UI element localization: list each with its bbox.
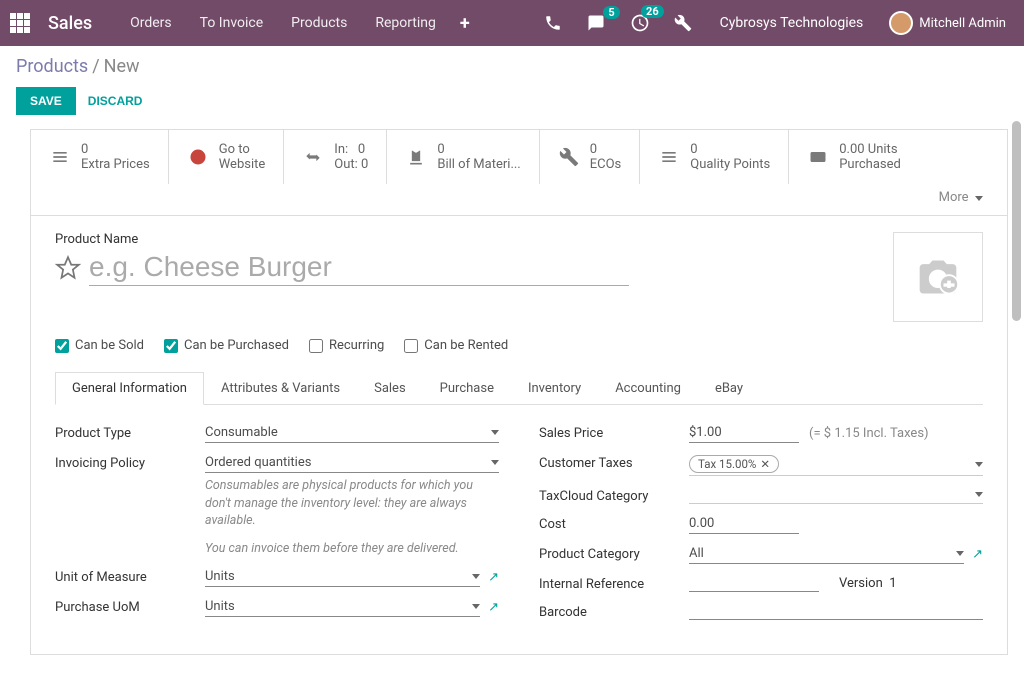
product-category-label: Product Category [539, 544, 689, 562]
barcode-input[interactable] [689, 602, 983, 620]
can-be-sold-checkbox[interactable]: Can be Sold [55, 338, 144, 353]
scrollbar[interactable] [1012, 121, 1021, 321]
remove-tag-icon[interactable]: ✕ [760, 457, 770, 471]
form-tabs: General Information Attributes & Variant… [55, 371, 983, 405]
customer-taxes-label: Customer Taxes [539, 453, 689, 471]
stat-go-to-website[interactable]: Go toWebsite [169, 130, 285, 184]
nav-to-invoice[interactable]: To Invoice [186, 15, 278, 31]
product-image-upload[interactable] [893, 232, 983, 322]
invoicing-help-1: Consumables are physical products for wh… [205, 477, 499, 530]
discard-button[interactable]: DISCARD [88, 94, 143, 108]
version-label: Version [839, 576, 883, 591]
product-name-input[interactable] [89, 249, 629, 286]
stat-buttons-bar: 0Extra Prices Go toWebsite In: 0 Out: 0 … [31, 130, 1007, 216]
breadcrumb: Products/New [16, 56, 1008, 77]
apps-grid-icon[interactable] [10, 13, 34, 33]
invoicing-policy-select[interactable]: Ordered quantities [205, 453, 499, 473]
activities-badge: 26 [641, 5, 664, 18]
favorite-star-icon[interactable] [55, 255, 81, 281]
nav-products[interactable]: Products [277, 15, 361, 31]
stat-bom[interactable]: 0Bill of Materi... [387, 130, 539, 184]
tab-attributes-variants[interactable]: Attributes & Variants [204, 372, 357, 405]
can-be-purchased-checkbox[interactable]: Can be Purchased [164, 338, 289, 353]
purchase-uom-external-link-icon[interactable]: ↗ [488, 600, 499, 615]
product-type-label: Product Type [55, 423, 205, 441]
invoicing-help-2: You can invoice them before they are del… [205, 540, 499, 558]
sales-price-input[interactable]: $1.00 [689, 423, 799, 443]
activities-icon[interactable]: 26 [620, 13, 660, 33]
product-type-select[interactable]: Consumable [205, 423, 499, 443]
uom-label: Unit of Measure [55, 567, 205, 585]
tab-ebay[interactable]: eBay [698, 372, 760, 405]
internal-reference-input[interactable] [689, 574, 819, 592]
tab-general-information[interactable]: General Information [55, 372, 204, 405]
purchase-uom-label: Purchase UoM [55, 597, 205, 615]
tax-tag[interactable]: Tax 15.00% ✕ [689, 455, 779, 473]
user-name: Mitchell Admin [919, 16, 1006, 31]
top-navbar: Sales Orders To Invoice Products Reporti… [0, 0, 1024, 46]
breadcrumb-current: New [104, 56, 140, 77]
tools-icon[interactable] [664, 14, 702, 32]
taxcloud-label: TaxCloud Category [539, 486, 689, 504]
internal-reference-label: Internal Reference [539, 574, 689, 592]
invoicing-policy-label: Invoicing Policy [55, 453, 205, 471]
nav-reporting[interactable]: Reporting [361, 15, 450, 31]
recurring-checkbox[interactable]: Recurring [309, 338, 384, 353]
nav-new-icon[interactable]: + [450, 13, 480, 34]
sales-price-label: Sales Price [539, 423, 689, 441]
version-value: 1 [889, 576, 896, 591]
tab-sales[interactable]: Sales [357, 372, 423, 405]
category-external-link-icon[interactable]: ↗ [972, 547, 983, 562]
stat-extra-prices[interactable]: 0Extra Prices [31, 130, 169, 184]
stat-quality[interactable]: 0Quality Points [640, 130, 789, 184]
can-be-rented-checkbox[interactable]: Can be Rented [404, 338, 508, 353]
uom-external-link-icon[interactable]: ↗ [488, 570, 499, 585]
stat-in-out[interactable]: In: 0 Out: 0 [284, 130, 387, 184]
stat-more-toggle[interactable]: More [31, 184, 1007, 215]
user-avatar-icon [889, 11, 913, 35]
camera-plus-icon [912, 255, 964, 299]
cost-input[interactable]: 0.00 [689, 514, 799, 534]
stat-ecos[interactable]: 0ECOs [540, 130, 641, 184]
tab-inventory[interactable]: Inventory [511, 372, 598, 405]
product-category-select[interactable]: All [689, 544, 964, 564]
product-name-label: Product Name [55, 232, 893, 247]
tab-accounting[interactable]: Accounting [598, 372, 698, 405]
module-brand[interactable]: Sales [48, 13, 92, 34]
uom-select[interactable]: Units [205, 567, 480, 587]
phone-icon[interactable] [534, 14, 572, 32]
barcode-label: Barcode [539, 602, 689, 620]
messaging-badge: 5 [603, 6, 619, 19]
taxcloud-select[interactable] [689, 486, 983, 504]
user-menu[interactable]: Mitchell Admin [881, 11, 1014, 35]
tab-purchase[interactable]: Purchase [423, 372, 511, 405]
breadcrumb-root[interactable]: Products [16, 56, 88, 77]
purchase-uom-select[interactable]: Units [205, 597, 480, 617]
cost-label: Cost [539, 514, 689, 532]
save-button[interactable]: SAVE [16, 87, 76, 115]
sales-price-incl-note: (= $ 1.15 Incl. Taxes) [809, 426, 929, 441]
company-selector[interactable]: Cybrosys Technologies [706, 15, 878, 31]
stat-purchased[interactable]: 0.00 UnitsPurchased [789, 130, 919, 184]
nav-orders[interactable]: Orders [116, 15, 186, 31]
customer-taxes-input[interactable]: Tax 15.00% ✕ [689, 453, 983, 476]
messaging-icon[interactable]: 5 [576, 14, 616, 32]
